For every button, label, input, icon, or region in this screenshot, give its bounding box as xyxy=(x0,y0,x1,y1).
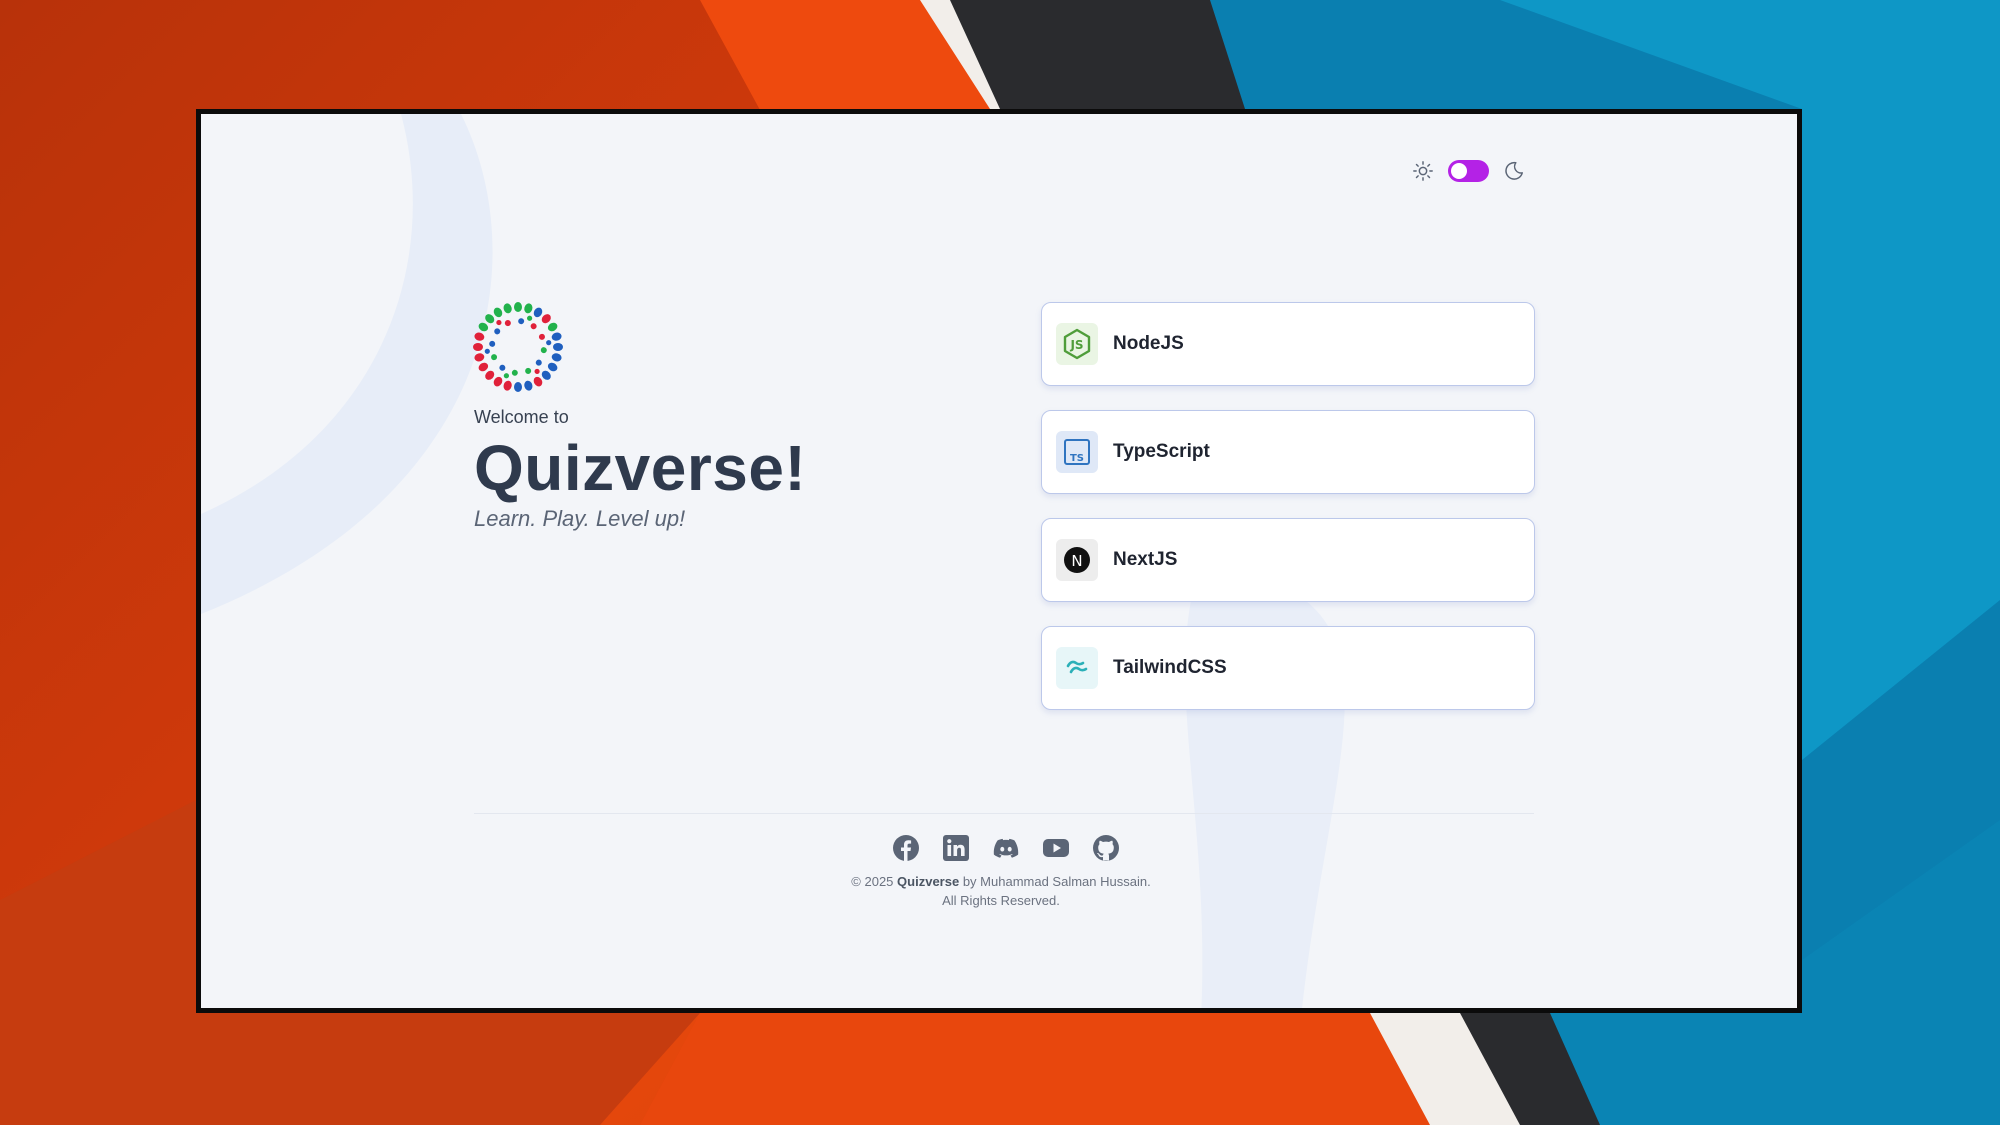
topic-list: JS NodeJS TS TypeScript N NextJS Tailwin… xyxy=(1041,302,1535,734)
topic-card-typescript[interactable]: TS TypeScript xyxy=(1041,410,1535,494)
svg-text:TS: TS xyxy=(1070,453,1084,464)
footer-author: by Muhammad Salman Hussain. xyxy=(962,874,1151,889)
social-links xyxy=(891,833,1120,862)
topic-label: TailwindCSS xyxy=(1113,657,1227,678)
topic-label: TypeScript xyxy=(1113,441,1210,462)
sun-icon[interactable] xyxy=(1410,158,1436,184)
theme-toggle xyxy=(1410,158,1527,184)
tagline: Learn. Play. Level up! xyxy=(474,506,686,531)
footer-divider xyxy=(474,813,1534,814)
theme-switch-knob xyxy=(1451,163,1467,179)
svg-text:JS: JS xyxy=(1069,338,1083,352)
svg-text:N: N xyxy=(1071,552,1082,570)
copyright: © 2025 xyxy=(851,874,894,889)
hero-section: Welcome to Quizverse! Learn. Play. Level… xyxy=(473,302,807,532)
youtube-icon[interactable] xyxy=(1041,833,1070,862)
topic-card-nodejs[interactable]: JS NodeJS xyxy=(1041,302,1535,386)
typescript-icon: TS xyxy=(1056,431,1098,473)
github-icon[interactable] xyxy=(1091,833,1120,862)
moon-icon[interactable] xyxy=(1501,158,1527,184)
tailwindcss-icon xyxy=(1056,647,1098,689)
facebook-icon[interactable] xyxy=(891,833,920,862)
discord-icon[interactable] xyxy=(991,833,1020,862)
linkedin-icon[interactable] xyxy=(941,833,970,862)
footer-brand: Quizverse xyxy=(897,874,960,889)
nodejs-icon: JS xyxy=(1056,323,1098,365)
app-window: Welcome to Quizverse! Learn. Play. Level… xyxy=(196,109,1802,1013)
quizverse-logo xyxy=(473,302,563,392)
topic-label: NodeJS xyxy=(1113,333,1184,354)
page-title: Quizverse! xyxy=(474,432,807,504)
nextjs-icon: N xyxy=(1056,539,1098,581)
footer-rights: All Rights Reserved. xyxy=(942,893,1060,908)
footer-text: © 2025 Quizverse by Muhammad Salman Huss… xyxy=(701,872,1301,910)
footer-copyright-line: © 2025 Quizverse by Muhammad Salman Huss… xyxy=(701,872,1301,891)
topic-card-nextjs[interactable]: N NextJS xyxy=(1041,518,1535,602)
topic-card-tailwindcss[interactable]: TailwindCSS xyxy=(1041,626,1535,710)
theme-switch[interactable] xyxy=(1448,160,1489,182)
topic-label: NextJS xyxy=(1113,549,1178,570)
welcome-text: Welcome to xyxy=(474,407,569,427)
